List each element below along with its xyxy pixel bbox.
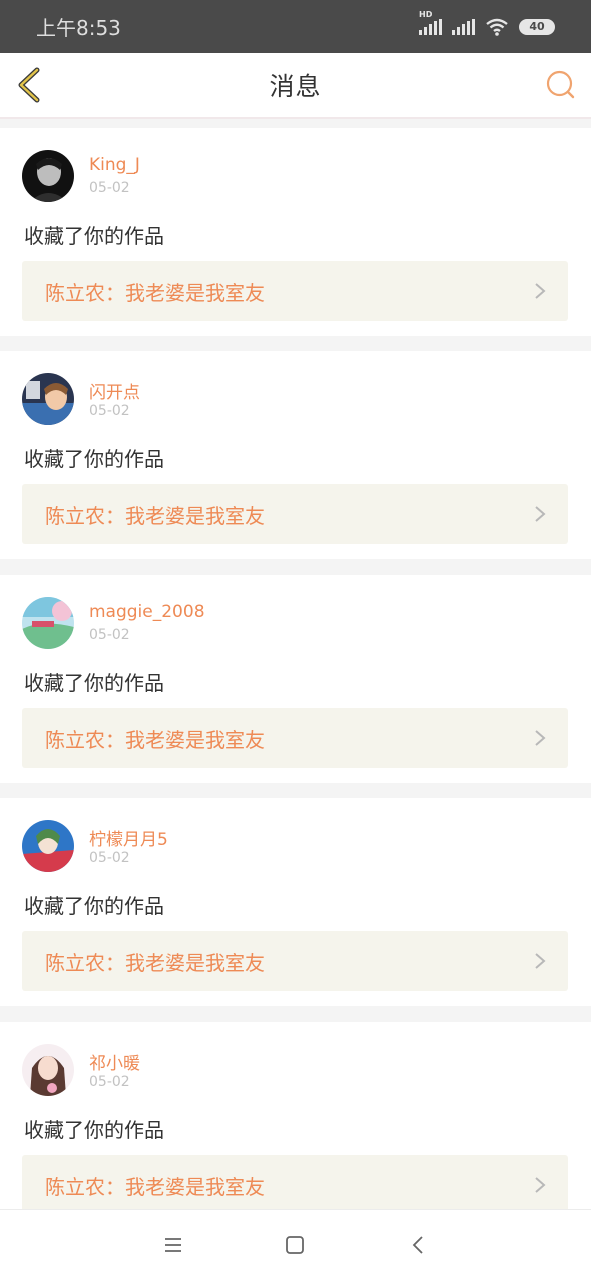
chevron-right-icon (535, 730, 546, 746)
work-link[interactable]: 陈立农：我老婆是我室友 (22, 261, 568, 321)
status-time: 上午8:53 (36, 16, 121, 40)
chevron-right-icon (535, 283, 546, 299)
menu-icon[interactable] (162, 1234, 184, 1256)
status-icons: HD 40 (419, 10, 555, 36)
search-icon[interactable] (545, 69, 577, 101)
page-title: 消息 (269, 72, 322, 101)
message-date: 05-02 (89, 627, 130, 643)
work-title: 陈立农：我老婆是我室友 (45, 1174, 265, 1199)
username[interactable]: 柠檬月月5 (89, 825, 168, 850)
avatar[interactable] (22, 820, 74, 872)
status-bar: 上午8:53 HD 40 (0, 0, 591, 53)
work-link[interactable]: 陈立农：我老婆是我室友 (22, 1155, 568, 1215)
message-item: maggie_2008 05-02 收藏了你的作品 陈立农：我老婆是我室友 (0, 575, 591, 783)
avatar[interactable] (22, 150, 74, 202)
work-link[interactable]: 陈立农：我老婆是我室友 (22, 708, 568, 768)
message-item: 柠檬月月5 05-02 收藏了你的作品 陈立农：我老婆是我室友 (0, 798, 591, 1006)
avatar[interactable] (22, 597, 74, 649)
work-title: 陈立农：我老婆是我室友 (45, 503, 265, 528)
message-action: 收藏了你的作品 (24, 1118, 164, 1142)
system-nav-bar (0, 1209, 591, 1280)
chevron-right-icon (535, 506, 546, 522)
hd-signal-icon: HD (419, 10, 442, 35)
message-action: 收藏了你的作品 (24, 671, 164, 695)
username[interactable]: maggie_2008 (89, 602, 205, 622)
wifi-icon (486, 18, 508, 36)
signal-icon (452, 18, 475, 35)
message-item: King_J 05-02 收藏了你的作品 陈立农：我老婆是我室友 (0, 128, 591, 336)
chevron-right-icon (535, 953, 546, 969)
message-date: 05-02 (89, 1074, 130, 1090)
home-icon[interactable] (284, 1234, 306, 1256)
message-item: 闪开点 05-02 收藏了你的作品 陈立农：我老婆是我室友 (0, 351, 591, 559)
message-date: 05-02 (89, 180, 130, 196)
work-link[interactable]: 陈立农：我老婆是我室友 (22, 931, 568, 991)
work-link[interactable]: 陈立农：我老婆是我室友 (22, 484, 568, 544)
message-date: 05-02 (89, 850, 130, 866)
work-title: 陈立农：我老婆是我室友 (45, 950, 265, 975)
header: 消息 (0, 53, 591, 119)
back-button[interactable] (12, 65, 46, 105)
avatar[interactable] (22, 373, 74, 425)
message-action: 收藏了你的作品 (24, 447, 164, 471)
username[interactable]: King_J (89, 155, 140, 175)
work-title: 陈立农：我老婆是我室友 (45, 727, 265, 752)
message-item: 祁小暖 05-02 收藏了你的作品 陈立农：我老婆是我室友 (0, 1022, 591, 1230)
username[interactable]: 闪开点 (89, 378, 140, 403)
chevron-right-icon (535, 1177, 546, 1193)
username[interactable]: 祁小暖 (89, 1049, 140, 1074)
work-title: 陈立农：我老婆是我室友 (45, 280, 265, 305)
message-action: 收藏了你的作品 (24, 894, 164, 918)
system-back-icon[interactable] (408, 1234, 430, 1256)
avatar[interactable] (22, 1044, 74, 1096)
battery-icon: 40 (519, 18, 555, 35)
message-action: 收藏了你的作品 (24, 224, 164, 248)
message-date: 05-02 (89, 403, 130, 419)
